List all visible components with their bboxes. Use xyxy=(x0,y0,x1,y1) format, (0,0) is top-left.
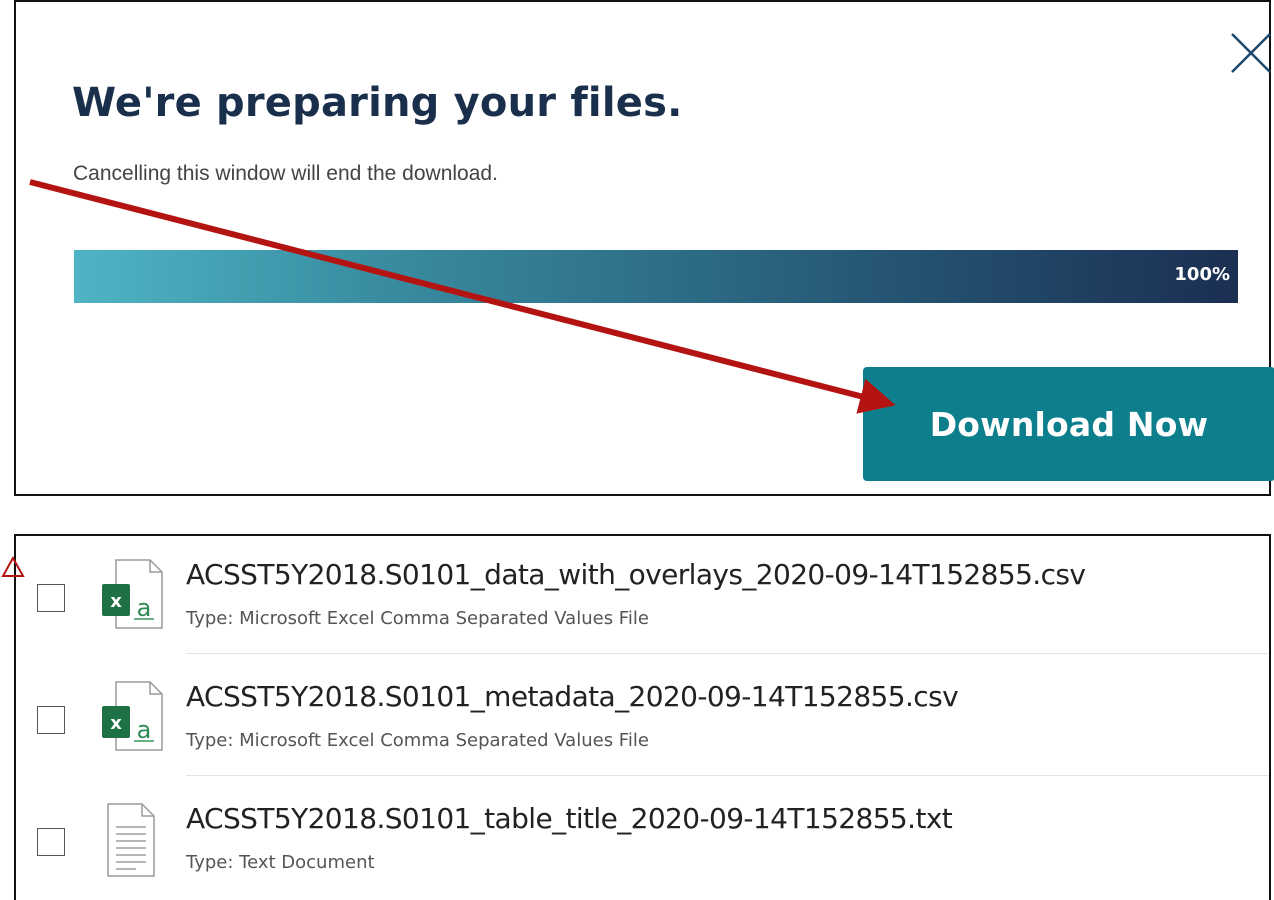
close-button[interactable] xyxy=(1228,30,1274,76)
close-icon xyxy=(1231,33,1271,73)
dialog-subtitle: Cancelling this window will end the down… xyxy=(73,162,498,185)
file-type: Type: Microsoft Excel Comma Separated Va… xyxy=(186,730,649,751)
excel-csv-icon: x a xyxy=(102,681,163,751)
download-dialog: We're preparing your files. Cancelling t… xyxy=(14,0,1274,496)
file-type-value: Text Document xyxy=(239,852,375,873)
progress-bar: 100% xyxy=(74,250,1238,303)
file-checkbox[interactable] xyxy=(37,828,65,856)
file-row[interactable]: ACSST5Y2018.S0101_table_title_2020-09-14… xyxy=(16,780,1271,892)
file-type: Type: Text Document xyxy=(186,852,375,873)
svg-text:x: x xyxy=(110,591,122,612)
svg-text:a: a xyxy=(137,716,152,744)
download-now-button[interactable]: Download Now xyxy=(863,367,1274,481)
row-divider xyxy=(186,653,1269,654)
svg-text:a: a xyxy=(137,594,152,622)
file-name: ACSST5Y2018.S0101_table_title_2020-09-14… xyxy=(186,802,953,835)
file-type-value: Microsoft Excel Comma Separated Values F… xyxy=(239,730,649,751)
file-name: ACSST5Y2018.S0101_metadata_2020-09-14T15… xyxy=(186,680,959,713)
file-type-value: Microsoft Excel Comma Separated Values F… xyxy=(239,608,649,629)
file-type: Type: Microsoft Excel Comma Separated Va… xyxy=(186,608,649,629)
svg-text:x: x xyxy=(110,713,122,734)
file-row[interactable]: x a ACSST5Y2018.S0101_data_with_overlays… xyxy=(16,536,1271,648)
file-type-label: Type: xyxy=(186,852,234,873)
text-document-icon xyxy=(107,803,155,877)
file-type-label: Type: xyxy=(186,608,234,629)
file-type-label: Type: xyxy=(186,730,234,751)
file-checkbox[interactable] xyxy=(37,584,65,612)
file-name: ACSST5Y2018.S0101_data_with_overlays_202… xyxy=(186,558,1086,591)
row-divider xyxy=(186,775,1269,776)
dialog-title: We're preparing your files. xyxy=(72,80,683,126)
file-row[interactable]: x a ACSST5Y2018.S0101_metadata_2020-09-1… xyxy=(16,658,1271,770)
file-list: x a ACSST5Y2018.S0101_data_with_overlays… xyxy=(14,534,1271,900)
progress-label: 100% xyxy=(1174,264,1230,285)
excel-csv-icon: x a xyxy=(102,559,163,629)
file-checkbox[interactable] xyxy=(37,706,65,734)
progress-fill xyxy=(74,250,1238,303)
